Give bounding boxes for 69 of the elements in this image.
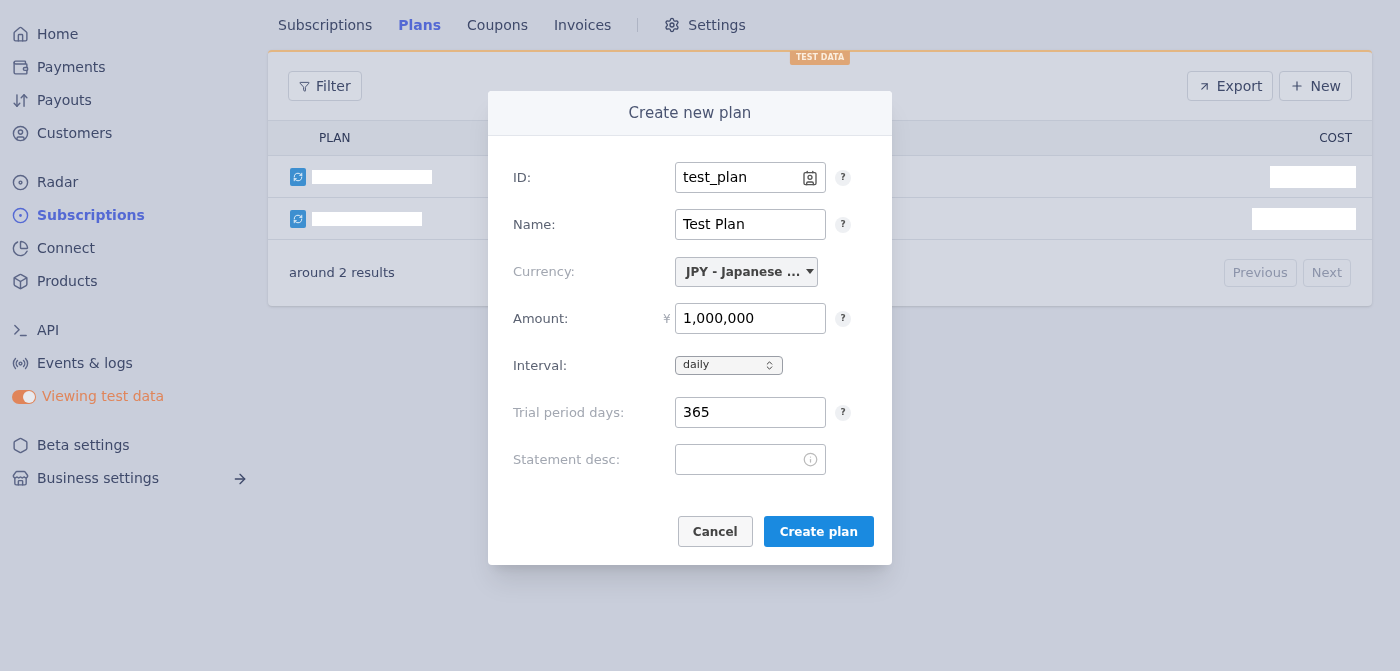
id-card-icon	[802, 169, 818, 186]
updown-icon	[764, 360, 775, 371]
disc-icon	[12, 174, 29, 191]
help-icon[interactable]: ?	[835, 310, 851, 327]
currency-dropdown[interactable]: JPY - Japanese ...	[675, 256, 818, 287]
sidebar-item[interactable]: Home	[12, 18, 268, 51]
nav-tab[interactable]: Coupons	[467, 14, 528, 36]
field-label: Amount:	[513, 309, 570, 328]
column-header: COST	[1319, 130, 1352, 147]
field-label: Statement desc:	[513, 450, 622, 469]
field-label: Interval:	[513, 356, 569, 375]
filter-button[interactable]: Filter	[288, 71, 362, 101]
yen-prefix: ¥	[663, 311, 671, 326]
input-field[interactable]: 365	[675, 397, 826, 428]
pie-icon	[12, 240, 29, 257]
settings-icon	[664, 17, 681, 33]
hexagon-icon	[12, 437, 29, 454]
box-icon	[12, 273, 29, 290]
plus-icon	[1290, 79, 1305, 93]
sidebar-item[interactable]: Subscriptions	[12, 199, 268, 232]
input-field[interactable]: test_plan	[675, 162, 826, 193]
caret-icon	[806, 269, 815, 274]
sidebar-item[interactable]: Payments	[12, 51, 268, 84]
sidebar-item[interactable]: Products	[12, 265, 268, 298]
home-icon	[12, 26, 29, 43]
user-icon	[12, 125, 29, 142]
sidebar-item[interactable]: Connect	[12, 232, 268, 265]
interval-select[interactable]: daily	[675, 356, 783, 375]
export-button[interactable]: Export	[1186, 71, 1274, 101]
filter-icon	[299, 80, 310, 92]
column-header: PLAN	[319, 130, 352, 147]
sidebar-item[interactable]: API	[12, 314, 268, 347]
input-field[interactable]	[675, 444, 826, 475]
create-plan-button[interactable]: Create plan	[763, 516, 874, 547]
subscription-icon	[290, 209, 306, 228]
input-field[interactable]: 1,000,000	[675, 303, 826, 334]
target-icon	[12, 207, 29, 224]
sidebar-item[interactable]: Events & logs	[12, 347, 268, 380]
help-icon[interactable]: ?	[835, 169, 851, 186]
sidebar-item[interactable]: Beta settings	[12, 429, 268, 462]
wallet-icon	[12, 59, 29, 76]
field-label: Currency:	[513, 262, 576, 281]
field-label: ID:	[513, 168, 533, 187]
help-icon[interactable]: ?	[835, 404, 851, 421]
field-label: Trial period days:	[513, 403, 626, 422]
field-label: Name:	[513, 215, 557, 234]
sidebar-item[interactable]: Customers	[12, 117, 268, 150]
dialog-title: Create new plan	[488, 91, 892, 136]
info-icon	[803, 452, 818, 467]
sidebar-item[interactable]: Business settings	[12, 462, 268, 495]
new-button[interactable]: New	[1279, 71, 1352, 101]
arrows-icon	[12, 92, 29, 109]
signal-icon	[12, 355, 29, 372]
test-data-toggle[interactable]	[12, 389, 36, 404]
test-data-badge: TEST DATA	[789, 51, 851, 65]
toggle-label: Viewing test data	[42, 387, 165, 406]
sidebar-item[interactable]: Payouts	[12, 84, 268, 117]
subscription-icon	[290, 167, 306, 186]
help-icon[interactable]: ?	[835, 216, 851, 233]
nav-tab[interactable]: Invoices	[553, 14, 612, 36]
nav-tab[interactable]: Plans	[398, 14, 442, 36]
sidebar-item[interactable]: Radar	[12, 166, 268, 199]
results-count: around 2 results	[289, 264, 395, 283]
nav-tab[interactable]: Subscriptions	[278, 14, 373, 36]
cancel-button[interactable]: Cancel	[677, 516, 753, 547]
store-icon	[12, 470, 29, 487]
terminal-icon	[12, 322, 29, 339]
input-field[interactable]: Test Plan	[675, 209, 826, 240]
settings-tab[interactable]: Settings	[664, 14, 746, 36]
